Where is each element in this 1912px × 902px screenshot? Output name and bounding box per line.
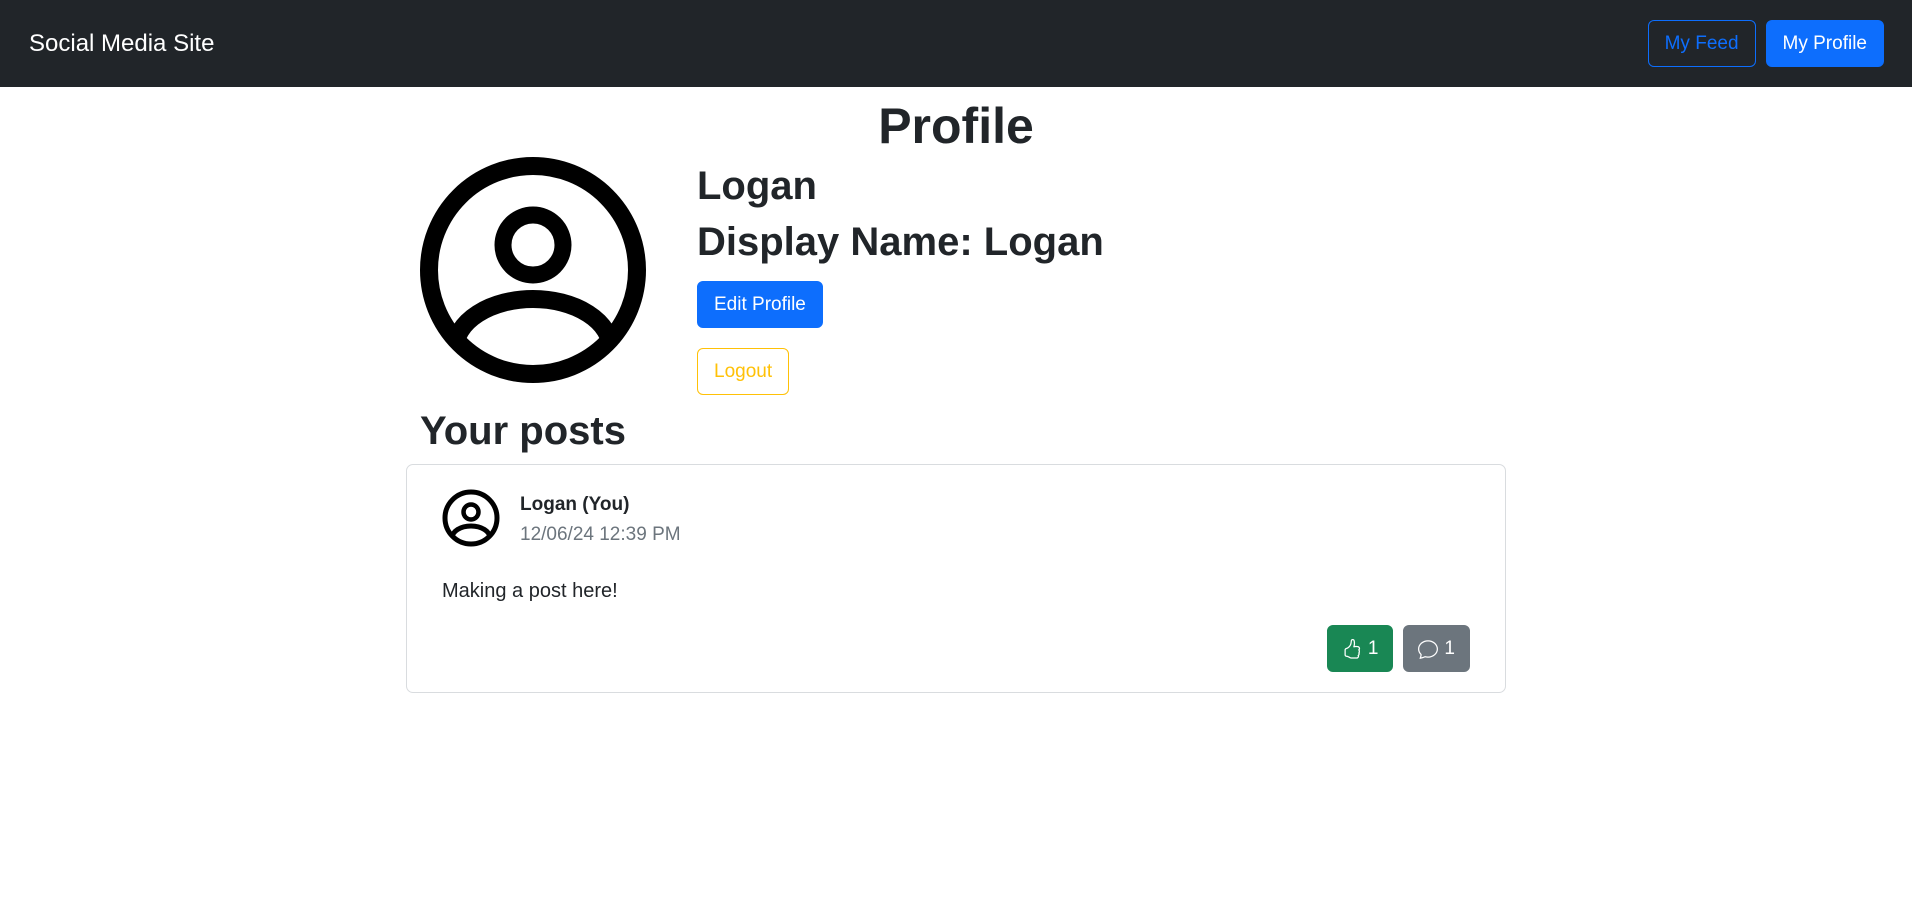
post-actions: 1 1	[1326, 625, 1470, 672]
my-profile-button[interactable]: My Profile	[1765, 20, 1884, 67]
like-count: 1	[1367, 637, 1379, 659]
edit-profile-button[interactable]: Edit Profile	[697, 281, 823, 328]
my-feed-button[interactable]: My Feed	[1647, 20, 1756, 67]
post-header: Logan (You) 12/06/24 12:39 PM	[442, 489, 1470, 550]
user-circle-icon	[442, 489, 500, 547]
page-title: Profile	[878, 98, 1034, 154]
brand-link[interactable]: Social Media Site	[29, 30, 214, 58]
like-button[interactable]: 1	[1326, 625, 1394, 672]
posts-heading: Your posts	[420, 409, 626, 453]
comment-count: 1	[1444, 637, 1455, 659]
post-author: Logan (You)	[520, 494, 630, 515]
nav-actions: My Feed My Profile	[1647, 20, 1884, 67]
profile-display-name: Display Name: Logan	[697, 220, 1104, 264]
thumbs-up-icon	[1344, 638, 1360, 659]
profile-info: Logan Display Name: Logan Edit Profile L…	[697, 157, 1104, 395]
post-meta: Logan (You) 12/06/24 12:39 PM	[520, 489, 681, 550]
post-body: Making a post here!	[442, 580, 618, 602]
profile-header: Logan Display Name: Logan Edit Profile L…	[406, 157, 1506, 395]
user-circle-icon	[420, 157, 646, 383]
logout-button[interactable]: Logout	[697, 348, 790, 395]
post-timestamp: 12/06/24 12:39 PM	[520, 524, 681, 545]
profile-container: Logan Display Name: Logan Edit Profile L…	[406, 157, 1506, 693]
profile-username: Logan	[697, 164, 817, 208]
comment-button[interactable]: 1	[1403, 625, 1470, 672]
navbar: Social Media Site My Feed My Profile	[0, 0, 1912, 87]
comment-icon	[1418, 639, 1439, 659]
post-card: Logan (You) 12/06/24 12:39 PM Making a p…	[406, 464, 1506, 693]
